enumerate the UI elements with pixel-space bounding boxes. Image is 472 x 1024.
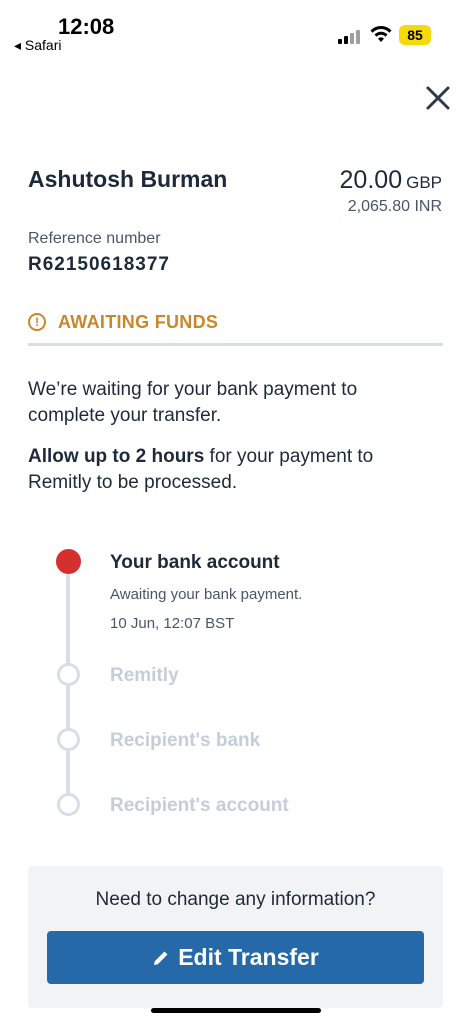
pencil-icon — [154, 951, 168, 965]
timeline-step-bank-account: Your bank account — [110, 552, 280, 573]
send-amount: 20.00 GBP — [340, 166, 442, 195]
timeline-step-recipient-account: Recipient's account — [110, 795, 289, 816]
timeline-step-recipient-bank: Recipient's bank — [110, 730, 261, 751]
timeline-line — [66, 572, 70, 804]
close-icon[interactable] — [418, 78, 458, 118]
reference-number: R62150618377 — [28, 254, 170, 275]
wifi-icon — [370, 26, 392, 42]
send-amount-value: 20.00 — [339, 166, 403, 194]
back-to-safari-link[interactable]: ◂ Safari — [14, 37, 62, 54]
timeline-dot-recipient-account — [57, 793, 80, 816]
change-info-question: Need to change any information? — [95, 889, 376, 910]
home-indicator[interactable] — [151, 1008, 321, 1013]
battery-indicator: 85 — [399, 25, 431, 45]
timeline-step-description: Awaiting your bank payment. — [110, 586, 303, 603]
timeline-step-timestamp: 10 Jun, 12:07 BST — [110, 615, 235, 632]
status-divider — [28, 343, 443, 346]
change-info-card: Need to change any information? Edit Tra… — [28, 866, 443, 1008]
cellular-signal-icon — [338, 28, 362, 44]
status-time: 12:08 — [58, 14, 115, 39]
timeline-dot-recipient-bank — [57, 728, 80, 751]
recipient-name: Ashutosh Burman — [28, 166, 228, 192]
processing-time-bold: Allow up to 2 hours — [28, 446, 205, 467]
timeline-step-remitly: Remitly — [110, 665, 179, 686]
status-label: AWAITING FUNDS — [58, 311, 219, 332]
waiting-message: We’re waiting for your bank payment to c… — [28, 379, 358, 426]
timeline-dot-active — [56, 549, 81, 574]
edit-transfer-button[interactable]: Edit Transfer — [47, 931, 424, 984]
timeline-dot-remitly — [57, 663, 80, 686]
processing-time-message: Allow up to 2 hours for your payment to … — [28, 444, 428, 496]
reference-label: Reference number — [28, 230, 161, 247]
warning-circle-icon: ! — [28, 313, 46, 331]
edit-transfer-label: Edit Transfer — [178, 944, 319, 970]
status-bar: 12:08 ◂ Safari 85 — [0, 0, 472, 60]
send-amount-currency: GBP — [406, 173, 442, 192]
transfer-status: ! AWAITING FUNDS — [28, 310, 218, 334]
receive-amount: 2,065.80 INR — [347, 198, 442, 215]
